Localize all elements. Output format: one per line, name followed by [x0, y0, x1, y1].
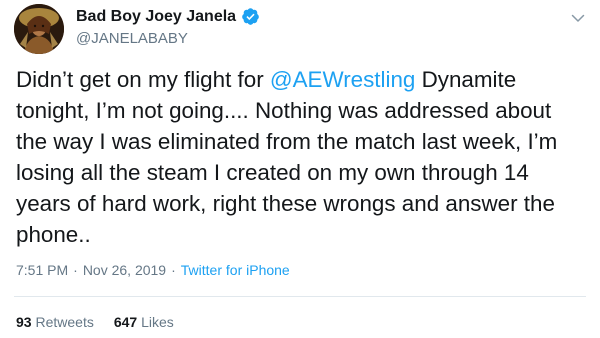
- tweet-card: Bad Boy Joey Janela @JANELABABY Didn’t g…: [0, 0, 600, 338]
- author-name-row: Bad Boy Joey Janela: [76, 7, 260, 26]
- tweet-text-part: Dynamite tonight, I’m not going.... Noth…: [16, 67, 558, 247]
- author-handle[interactable]: @JANELABABY: [76, 30, 188, 47]
- tweet-date[interactable]: Nov 26, 2019: [83, 262, 166, 278]
- author-display-name[interactable]: Bad Boy Joey Janela: [76, 8, 236, 26]
- avatar-image: [14, 4, 64, 54]
- tweet-metadata: 7:51 PM · Nov 26, 2019 · Twitter for iPhone: [16, 262, 290, 278]
- meta-separator: ·: [171, 262, 176, 278]
- mention-link[interactable]: @AEWrestling: [270, 67, 416, 92]
- tweet-text: Didn’t get on my flight for @AEWrestling…: [16, 64, 586, 250]
- tweet-time[interactable]: 7:51 PM: [16, 262, 68, 278]
- tweet-stats: 93 Retweets 647 Likes: [16, 314, 174, 330]
- retweets-stat[interactable]: 93 Retweets: [16, 314, 94, 330]
- divider: [14, 296, 586, 297]
- verified-badge-icon: [241, 7, 260, 26]
- meta-separator: ·: [73, 262, 78, 278]
- retweets-count: 93: [16, 314, 32, 330]
- chevron-down-icon[interactable]: [570, 10, 586, 26]
- likes-count: 647: [113, 314, 138, 330]
- tweet-source-link[interactable]: Twitter for iPhone: [181, 262, 290, 278]
- retweets-label: Retweets: [35, 314, 94, 330]
- avatar[interactable]: [14, 4, 64, 54]
- likes-stat[interactable]: 647 Likes: [114, 314, 174, 330]
- likes-label: Likes: [141, 314, 174, 330]
- tweet-text-part: Didn’t get on my flight for: [16, 67, 270, 92]
